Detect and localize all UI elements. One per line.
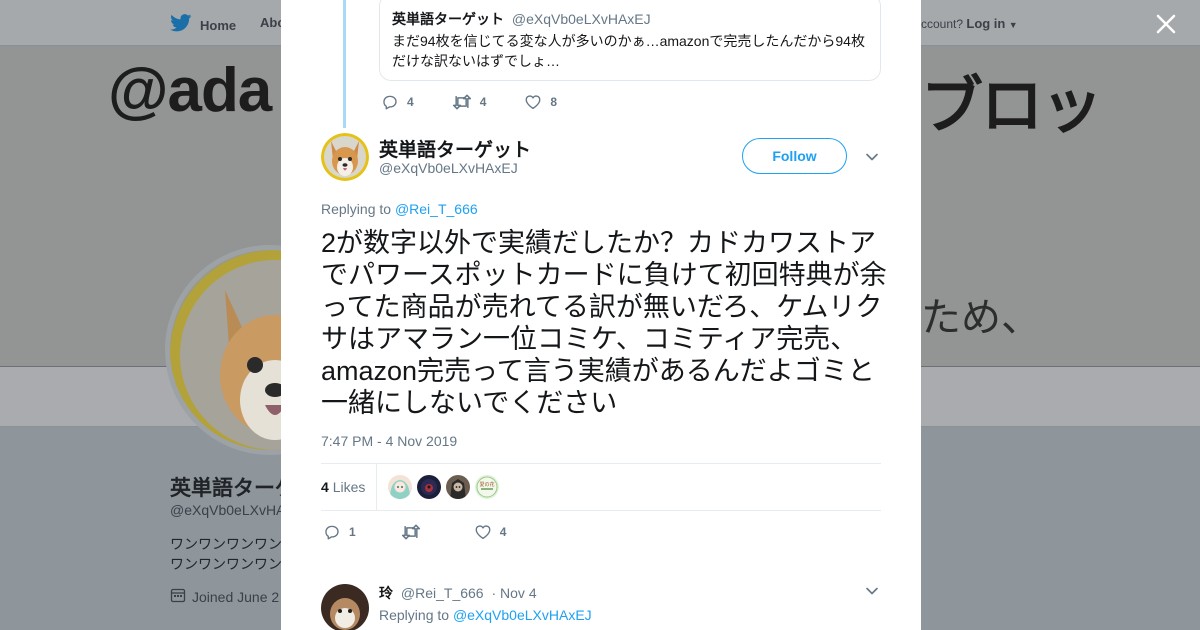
- author-avatar[interactable]: [321, 133, 369, 181]
- profile-name: 英単語ターゲ: [170, 477, 296, 500]
- replying-to-link[interactable]: @Rei_T_666: [395, 201, 478, 217]
- profile-bio-line: ワンワンワンワン: [170, 556, 282, 572]
- banner-text-right: ブロッ: [921, 72, 1103, 141]
- chevron-down-icon: ▼: [1008, 20, 1018, 30]
- profile-handle: @eXqVb0eLXvHAx: [170, 502, 293, 518]
- replying-to-link[interactable]: @eXqVb0eLXvHAxEJ: [453, 607, 592, 623]
- author-name[interactable]: 英単語ターゲット: [379, 135, 531, 162]
- liker-avatar[interactable]: 愛の花: [475, 475, 499, 499]
- liker-avatar[interactable]: [446, 475, 470, 499]
- likes-count: 4: [321, 479, 329, 495]
- quoted-tweet-card[interactable]: 英単語ターゲット @eXqVb0eLXvHAxEJ まだ94枚を信じてる変な人が…: [379, 0, 881, 81]
- reply-replying-to-line: Replying to @eXqVb0eLXvHAxEJ: [379, 607, 592, 623]
- reply-icon: [381, 93, 399, 111]
- nav-account-text: ccount?: [921, 17, 964, 31]
- reply-header: 玲 @Rei_T_666 · Nov 4: [379, 583, 537, 603]
- reply-author-handle[interactable]: @Rei_T_666: [401, 585, 484, 601]
- reply-count: 1: [349, 525, 356, 539]
- profile-bio-line: ワンワンワンワン: [170, 536, 282, 552]
- author-handle[interactable]: @eXqVb0eLXvHAxEJ: [379, 160, 518, 176]
- quoted-tweet-author-name: 英単語ターゲット: [392, 11, 504, 27]
- tweet-timestamp[interactable]: 7:47 PM - 4 Nov 2019: [321, 433, 457, 449]
- like-button[interactable]: 8: [524, 93, 557, 111]
- calendar-icon: [170, 587, 186, 606]
- stats-divider: [376, 464, 377, 510]
- nav-login-area: ccount? Log in ▼: [921, 16, 1018, 31]
- quoted-tweet-header: 英単語ターゲット @eXqVb0eLXvHAxEJ: [392, 9, 868, 29]
- nav-home-link[interactable]: Home Abo: [170, 14, 285, 37]
- tweet-stats: 4 Likes 愛の花: [321, 463, 881, 511]
- nav-home-label: Home: [200, 18, 237, 33]
- banner-text-left: @ada: [108, 56, 272, 125]
- liker-avatar[interactable]: [417, 475, 441, 499]
- replying-to-line: Replying to @Rei_T_666: [321, 201, 478, 217]
- heart-icon: [474, 523, 492, 541]
- retweet-button[interactable]: 4: [452, 93, 487, 111]
- thread-connector: [343, 0, 346, 128]
- retweet-icon: [452, 93, 472, 111]
- tweet-text: 2が数字以外で実績だしたか？カドカワストアでパワースポットカードに負けて初回特典…: [321, 228, 887, 418]
- likes-stat[interactable]: 4 Likes: [321, 479, 365, 495]
- chevron-down-icon[interactable]: [865, 584, 879, 603]
- like-count: 8: [550, 95, 558, 109]
- liker-avatar[interactable]: [388, 475, 412, 499]
- like-count: 4: [499, 525, 507, 539]
- quoted-tweet-author-handle: @eXqVb0eLXvHAxEJ: [511, 11, 651, 27]
- reply-count: 4: [407, 95, 414, 109]
- chevron-down-icon[interactable]: [865, 150, 879, 169]
- nav-login-link[interactable]: Log in: [966, 16, 1005, 31]
- heart-icon: [524, 93, 542, 111]
- like-button[interactable]: 4: [474, 523, 507, 541]
- reply-icon: [323, 523, 341, 541]
- reply-author-avatar[interactable]: [321, 584, 369, 630]
- close-icon[interactable]: [1150, 8, 1182, 40]
- quoted-tweet-text: まだ94枚を信じてる変な人が多いのかぁ…amazonで完売したんだから94枚だけ…: [392, 33, 865, 69]
- previous-tweet-actions: 4 4 8: [381, 93, 595, 111]
- reply-author-name[interactable]: 玲: [379, 585, 393, 601]
- replying-to-prefix: Replying to: [321, 201, 392, 217]
- retweet-icon: [401, 523, 421, 541]
- banner-text-right-2: ため、: [921, 296, 1041, 340]
- reply-button[interactable]: 1: [323, 523, 356, 541]
- replying-to-prefix: Replying to: [379, 607, 450, 623]
- profile-joined: Joined June 2: [170, 587, 279, 606]
- twitter-bird-icon: [170, 14, 192, 37]
- retweet-count: 4: [479, 95, 487, 109]
- liker-avatar-text: 愛の花: [479, 481, 494, 488]
- profile-joined-text: Joined June 2: [192, 588, 280, 605]
- liker-avatars: 愛の花: [388, 475, 499, 499]
- reply-button[interactable]: 4: [381, 93, 414, 111]
- tweet-actions: 1 4: [323, 523, 551, 541]
- reply-date[interactable]: · Nov 4: [491, 585, 536, 601]
- tweet-modal: 英単語ターゲット @eXqVb0eLXvHAxEJ まだ94枚を信じてる変な人が…: [281, 0, 921, 630]
- follow-button[interactable]: Follow: [742, 138, 847, 174]
- likes-label: Likes: [332, 479, 366, 495]
- retweet-button[interactable]: [401, 523, 429, 541]
